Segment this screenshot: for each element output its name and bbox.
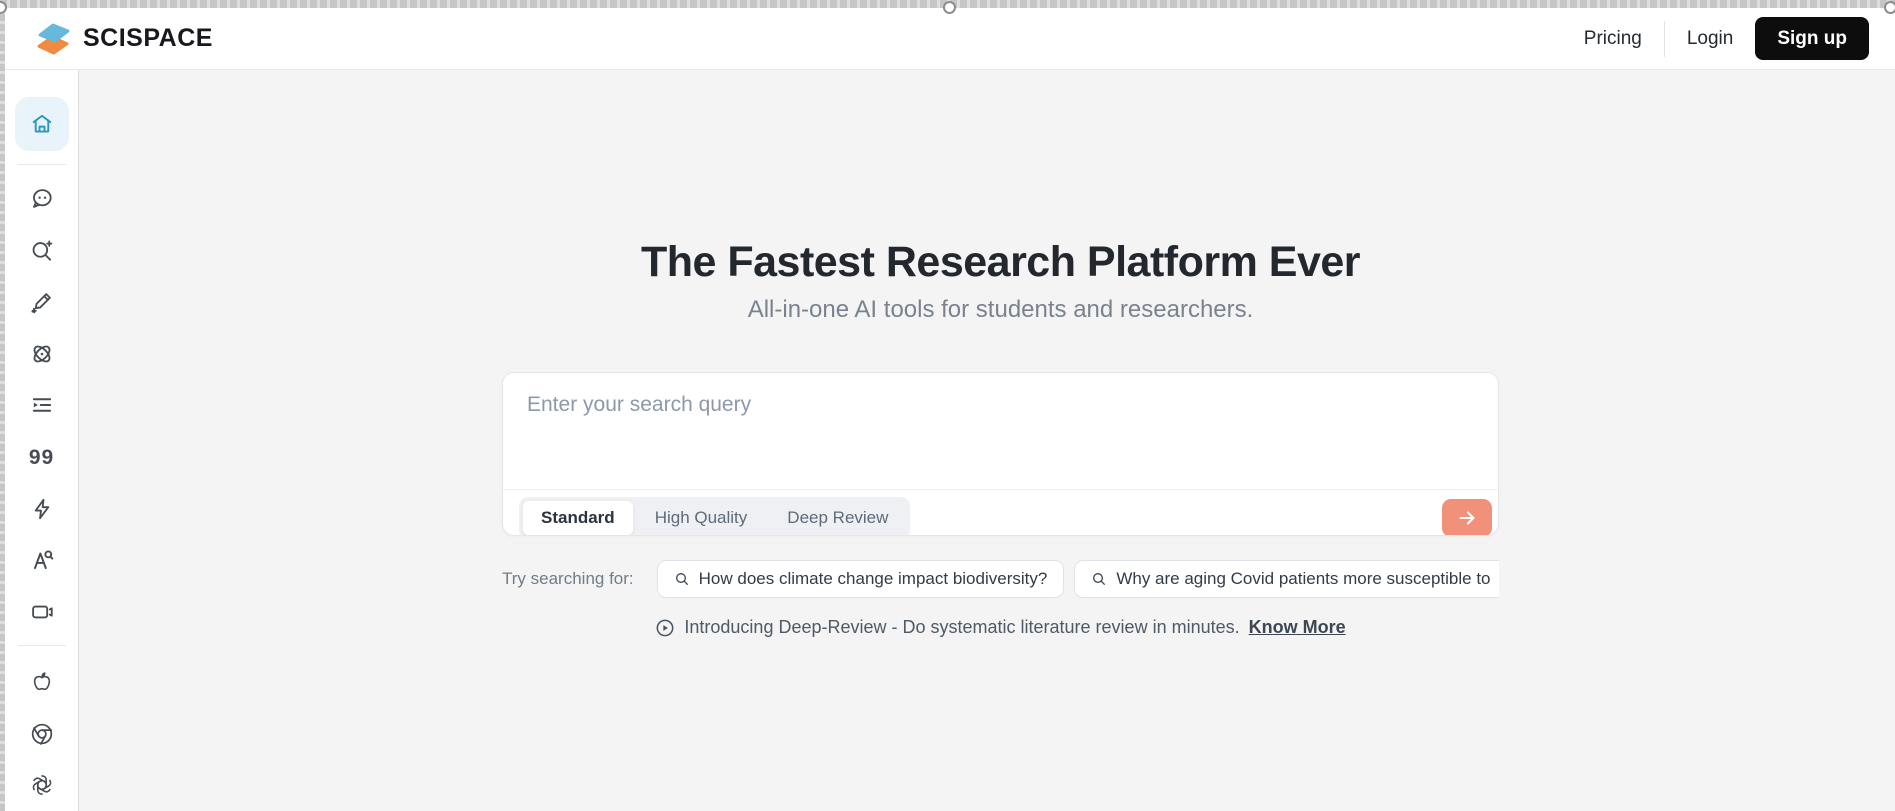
play-circle-icon — [656, 619, 674, 636]
pricing-link[interactable]: Pricing — [1584, 28, 1642, 50]
sidebar-item-concepts[interactable] — [15, 328, 69, 380]
sidebar-item-citations[interactable]: 99 — [15, 431, 69, 483]
arrow-right-icon — [1459, 511, 1475, 525]
search-submit-button[interactable] — [1442, 499, 1492, 535]
sidebar-divider-bottom — [17, 645, 66, 647]
resize-handle-center[interactable] — [943, 1, 956, 14]
sidebar-item-chat[interactable] — [15, 174, 69, 226]
sidebar-divider — [17, 163, 66, 165]
suggestion-chip[interactable]: How does climate change impact biodivers… — [656, 560, 1065, 598]
brand-name: SCISPACE — [83, 24, 213, 52]
signup-button[interactable]: Sign up — [1755, 17, 1869, 60]
sidebar-item-video[interactable] — [15, 586, 69, 638]
header-nav: Pricing Login Sign up — [1584, 17, 1869, 60]
search-sparkle-icon — [32, 240, 52, 261]
search-input[interactable] — [503, 373, 1498, 490]
search-suggestions: Try searching for: How does climate chan… — [502, 560, 1499, 598]
search-icon — [1093, 573, 1106, 585]
login-link[interactable]: Login — [1687, 28, 1734, 50]
search-footer: Standard High Quality Deep Review — [503, 495, 1498, 535]
resize-handle-right[interactable] — [1884, 1, 1895, 14]
sidebar-item-apple-app[interactable] — [15, 656, 69, 708]
pencil-sparkle-icon — [30, 293, 51, 314]
main-content: The Fastest Research Platform Ever All-i… — [79, 70, 1895, 811]
scispace-home-page: SCISPACE Pricing Login Sign up 99 The Fa… — [0, 0, 1895, 811]
sidebar-item-gpt-plugin[interactable] — [15, 760, 69, 811]
sidebar-item-paraphraser[interactable] — [15, 534, 69, 586]
know-more-link[interactable]: Know More — [1249, 617, 1346, 638]
sidebar-item-extract[interactable] — [15, 483, 69, 535]
window-selection-left-strip — [0, 8, 5, 811]
sidebar-item-home[interactable] — [14, 97, 69, 151]
video-icon — [31, 605, 53, 618]
sidebar-item-chrome-extension[interactable] — [15, 708, 69, 760]
sidebar-item-ai-writer[interactable] — [15, 277, 69, 329]
quotes-icon: 99 — [28, 445, 55, 469]
tab-deep-review[interactable]: Deep Review — [768, 500, 907, 535]
list-play-icon — [32, 398, 51, 413]
suggestions-label: Try searching for: — [502, 569, 634, 588]
home-icon — [32, 114, 51, 133]
announcement-text: Introducing Deep-Review - Do systematic … — [684, 617, 1240, 637]
announcement-banner: Introducing Deep-Review - Do systematic … — [502, 617, 1499, 638]
tab-standard[interactable]: Standard — [522, 500, 634, 535]
page-subtitle: All-in-one AI tools for students and res… — [747, 296, 1254, 323]
apple-icon — [33, 672, 50, 691]
chat-bot-icon — [32, 189, 52, 209]
suggestion-chip[interactable]: Why are aging Covid patients more suscep… — [1074, 560, 1499, 598]
sidebar-item-ai-search[interactable] — [15, 225, 69, 277]
suggestion-text: How does climate change impact biodivers… — [698, 569, 1048, 588]
openai-icon — [32, 775, 51, 796]
suggestion-text: Why are aging Covid patients more suscep… — [1116, 569, 1491, 588]
page-title: The Fastest Research Platform Ever — [640, 238, 1361, 286]
top-header: SCISPACE Pricing Login Sign up — [5, 8, 1895, 70]
chrome-icon — [31, 723, 52, 745]
tool-sidebar: 99 — [5, 70, 79, 811]
search-card: Standard High Quality Deep Review — [502, 372, 1499, 536]
scispace-logo[interactable]: SCISPACE — [33, 19, 213, 59]
sidebar-item-topics[interactable] — [15, 380, 69, 432]
atom-icon — [33, 345, 50, 363]
search-icon — [675, 573, 688, 585]
text-search-icon — [33, 550, 53, 570]
tab-high-quality[interactable]: High Quality — [636, 500, 767, 535]
scispace-logo-icon — [37, 23, 70, 54]
flash-icon — [34, 498, 49, 519]
search-mode-tabs: Standard High Quality Deep Review — [519, 497, 911, 535]
nav-divider — [1663, 20, 1665, 57]
